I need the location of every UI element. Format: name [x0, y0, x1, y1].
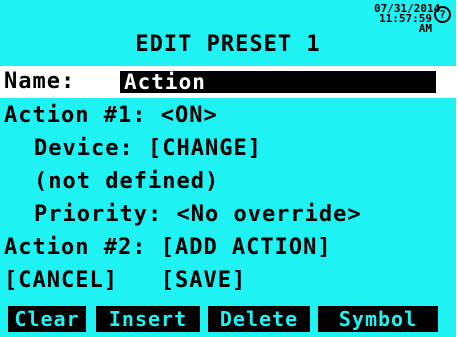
page-title: EDIT PRESET 1	[135, 32, 321, 57]
priority-row: Priority: <No override>	[34, 201, 362, 229]
action-2-label: Action #2:	[4, 235, 147, 260]
delete-softkey[interactable]: Delete	[208, 306, 310, 332]
softkey-bar: Clear Insert Delete Symbol	[0, 306, 456, 332]
device-change-button[interactable]: [CHANGE]	[148, 136, 262, 161]
name-label: Name:	[4, 69, 76, 94]
action-1-label: Action #1:	[4, 103, 147, 128]
save-button[interactable]: [SAVE]	[161, 268, 246, 293]
cancel-button[interactable]: [CANCEL]	[4, 268, 118, 293]
symbol-softkey[interactable]: Symbol	[318, 306, 438, 332]
insert-softkey[interactable]: Insert	[96, 306, 200, 332]
device-value: (not defined)	[34, 169, 220, 194]
action-1-row[interactable]: Action #1: <ON>	[4, 102, 218, 130]
form-buttons: [CANCEL] [SAVE]	[4, 267, 246, 295]
name-input[interactable]: Action	[120, 71, 436, 93]
question-circle-icon[interactable]: ?	[434, 6, 451, 23]
device-row: Device: [CHANGE]	[34, 135, 262, 163]
action-1-state[interactable]: <ON>	[161, 103, 218, 128]
priority-selector[interactable]: <No override>	[176, 202, 361, 227]
action-2-row: Action #2: [ADD ACTION]	[4, 234, 332, 262]
clear-softkey[interactable]: Clear	[8, 306, 86, 332]
device-label: Device:	[34, 136, 134, 161]
priority-label: Priority:	[34, 202, 163, 227]
lcd-screen: 07/31/2014 11:57:59 AM ? EDIT PRESET 1 N…	[0, 0, 456, 337]
add-action-button[interactable]: [ADD ACTION]	[161, 235, 332, 260]
